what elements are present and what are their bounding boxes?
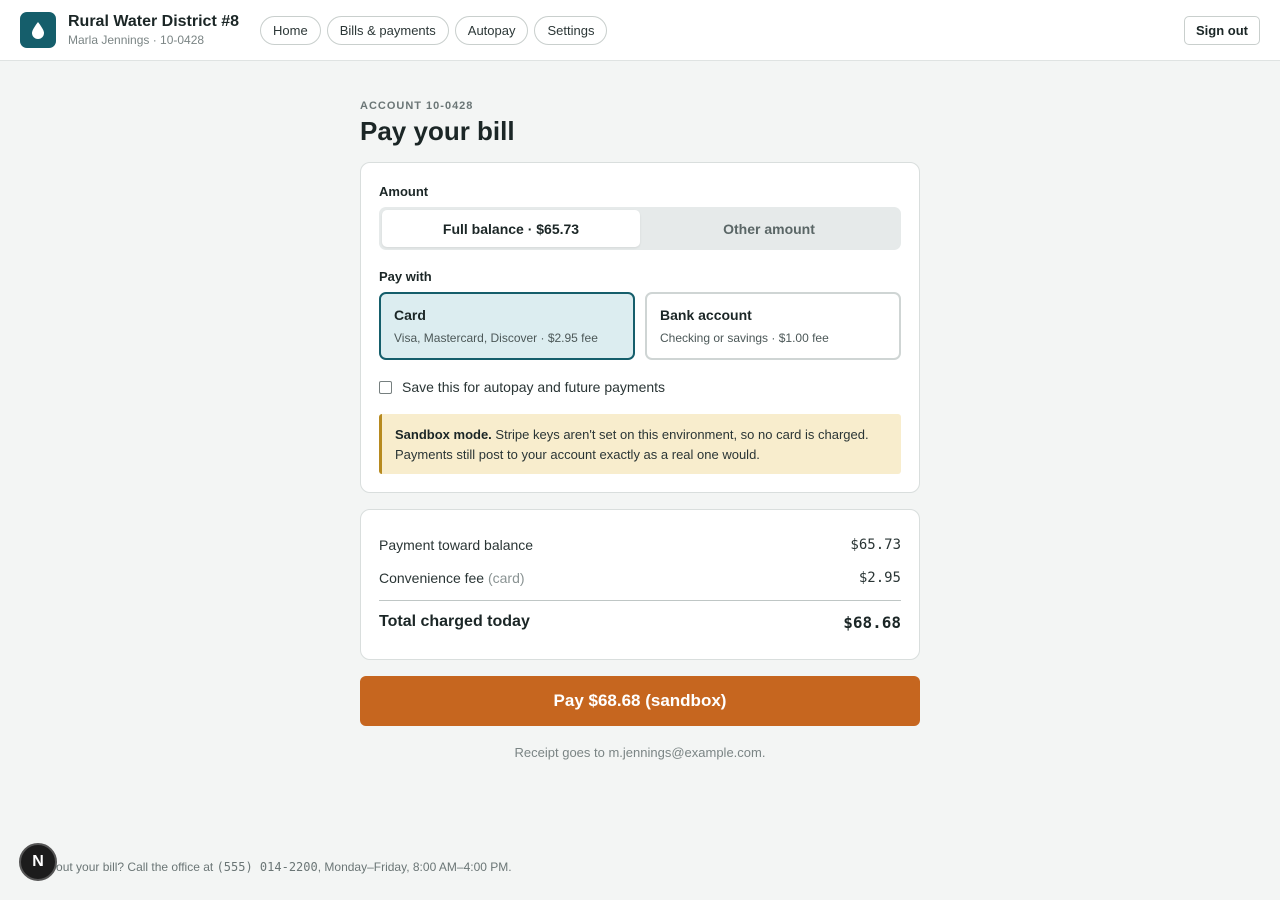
footer-text-end: , Monday–Friday, 8:00 AM–4:00 PM. xyxy=(317,860,512,874)
dev-badge-button[interactable]: N xyxy=(19,843,57,881)
fee-label: Convenience fee xyxy=(379,570,485,586)
save-payment-label[interactable]: Save this for autopay and future payment… xyxy=(402,379,665,395)
pay-button[interactable]: Pay $68.68 (sandbox) xyxy=(360,676,920,726)
payment-form-card: Amount Full balance · $65.73 Other amoun… xyxy=(360,162,920,493)
save-payment-checkbox[interactable] xyxy=(379,380,392,394)
payment-row: Payment toward balance $65.73 xyxy=(379,537,901,553)
fee-row: Convenience fee (card) $2.95 xyxy=(379,570,901,586)
amount-selector: Full balance · $65.73 Other amount xyxy=(379,207,901,250)
nav-home[interactable]: Home xyxy=(260,16,321,45)
pay-with-label: Pay with xyxy=(379,269,432,284)
summary-divider xyxy=(379,600,901,601)
total-row: Total charged today $68.68 xyxy=(379,613,901,632)
bank-method-option[interactable]: Bank account Checking or savings · $1.00… xyxy=(645,292,901,360)
nav-settings[interactable]: Settings xyxy=(534,16,608,45)
fee-note: (card) xyxy=(487,570,525,586)
main-nav: Home Bills & payments Autopay Settings xyxy=(260,16,608,45)
card-method-title: Card xyxy=(394,307,426,323)
card-method-option[interactable]: Card Visa, Mastercard, Discover · $2.95 … xyxy=(379,292,635,360)
bank-method-subtitle: Checking or savings · $1.00 fee xyxy=(660,331,829,345)
amount-label: Amount xyxy=(379,184,429,199)
logo[interactable] xyxy=(20,12,56,48)
sign-out-button[interactable]: Sign out xyxy=(1184,16,1260,45)
footer-phone: (555) 014-2200 xyxy=(216,860,318,874)
total-value: $68.68 xyxy=(843,613,901,632)
payment-summary-card: Payment toward balance $65.73 Convenienc… xyxy=(360,509,920,660)
sandbox-notice: Sandbox mode. Stripe keys aren't set on … xyxy=(379,414,901,474)
payment-label: Payment toward balance xyxy=(379,537,534,553)
bank-method-title: Bank account xyxy=(660,307,752,323)
org-name: Rural Water District #8 xyxy=(68,13,240,30)
full-balance-option[interactable]: Full balance · $65.73 xyxy=(382,210,640,247)
sandbox-notice-title: Sandbox mode. xyxy=(395,427,492,442)
receipt-note: Receipt goes to m.jennings@example.com. xyxy=(514,745,766,760)
other-amount-option[interactable]: Other amount xyxy=(640,210,898,247)
save-payment-row: Save this for autopay and future payment… xyxy=(379,379,665,395)
page-title: Pay your bill xyxy=(360,116,515,146)
account-eyebrow: ACCOUNT 10-0428 xyxy=(360,100,474,112)
card-method-subtitle: Visa, Mastercard, Discover · $2.95 fee xyxy=(394,331,598,345)
footer-help-text: ons about your bill? Call the office at … xyxy=(20,860,512,874)
water-drop-icon xyxy=(32,22,44,39)
payment-value: $65.73 xyxy=(850,537,901,553)
nav-autopay[interactable]: Autopay xyxy=(454,16,529,45)
nav-bills-payments[interactable]: Bills & payments xyxy=(326,16,449,45)
top-bar: Rural Water District #8 Marla Jennings ·… xyxy=(0,0,1280,61)
fee-value: $2.95 xyxy=(858,570,901,586)
fee-label-group: Convenience fee (card) xyxy=(379,570,525,586)
user-account-line: Marla Jennings · 10-0428 xyxy=(68,33,205,47)
total-label: Total charged today xyxy=(379,613,530,630)
